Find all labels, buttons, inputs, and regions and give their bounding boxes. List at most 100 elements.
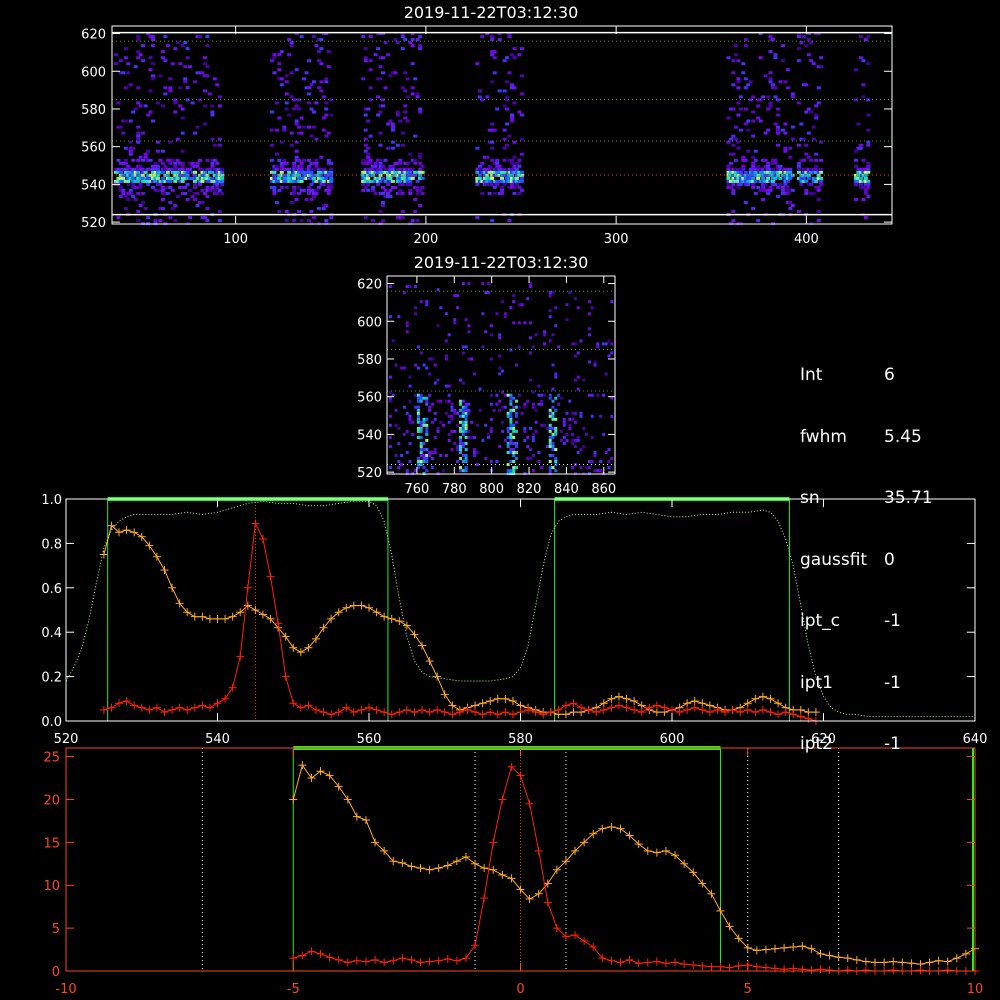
spectral-pixel [422, 460, 426, 463]
spectral-pixel [123, 86, 128, 90]
x-tick-label: -5 [287, 982, 300, 997]
spectral-pixel [529, 336, 532, 340]
spectral-pixel [420, 185, 425, 189]
info-row: Int 6 [800, 365, 933, 386]
spectral-pixel [512, 86, 517, 90]
spectral-pixel [783, 80, 788, 84]
spectral-pixel [548, 423, 552, 427]
spectral-pixel [461, 460, 465, 463]
spectral-pixel [366, 182, 371, 186]
spectral-pixel [136, 179, 141, 183]
spectral-pixel [726, 182, 731, 186]
spectral-pixel [307, 92, 311, 96]
spectral-pixel [531, 469, 535, 473]
spectral-pixel [390, 179, 395, 183]
spectral-pixel [526, 399, 530, 403]
spectral-pixel [776, 125, 780, 129]
spectral-pixel [165, 44, 170, 48]
spectral-pixel [200, 71, 205, 75]
spectral-pixel [279, 50, 284, 54]
spectral-pixel [418, 204, 423, 207]
y-tick-label: 520 [81, 216, 106, 231]
spectral-pixel [366, 176, 371, 180]
spectral-pixel [408, 182, 413, 186]
spectral-pixel [393, 71, 398, 75]
spectral-pixel [461, 381, 465, 385]
spectral-pixel [373, 53, 378, 57]
spectral-pixel [509, 402, 513, 406]
spectral-pixel [138, 204, 143, 207]
spectral-pixel [118, 125, 123, 129]
spectral-pixel [858, 176, 863, 180]
spectral-pixel [433, 448, 437, 451]
spectral-pixel [573, 445, 577, 448]
fit-info-panel: Int 6 fwhm 5.45 sn 35.71 gaussfit 0 ipt_c -1 … [800, 324, 933, 775]
spectral-pixel [160, 104, 165, 108]
info-row: ipt_c -1 [800, 611, 933, 632]
spectral-pixel [212, 188, 217, 192]
spectral-pixel [519, 152, 524, 156]
spectral-pixel [537, 402, 541, 406]
spectral-pixel [297, 185, 302, 189]
spectral-pixel [279, 185, 284, 189]
spectral-pixel [502, 170, 507, 174]
spectral-pixel [415, 92, 420, 96]
spectral-pixel [502, 128, 507, 132]
spectral-pixel [287, 53, 292, 57]
spectral-pixel [467, 324, 471, 328]
spectral-pixel [866, 128, 871, 132]
spectral-pixel [414, 285, 418, 289]
spectral-pixel [548, 393, 552, 397]
info-value: 0 [884, 549, 895, 570]
spectral-pixel [324, 134, 329, 138]
spectral-pixel [741, 62, 746, 66]
spectral-pixel [436, 426, 440, 430]
spectral-pixel [205, 65, 210, 69]
spectral-pixel [155, 149, 160, 153]
spectral-pixel [500, 191, 505, 195]
spectral-pixel [540, 399, 544, 403]
spectral-pixel [371, 185, 376, 189]
spectral-pixel [551, 405, 555, 409]
spectral-pixel [788, 170, 793, 174]
spectral-pixel [284, 101, 289, 105]
spectral-pixel [776, 131, 780, 135]
spectral-pixel [309, 198, 314, 201]
spectral-pixel [405, 321, 409, 325]
spectral-pixel [731, 191, 736, 195]
spectral-pixel [220, 176, 225, 180]
spectral-pixel [425, 423, 429, 427]
spectral-pixel [502, 89, 507, 93]
y-tick-label: 560 [357, 391, 382, 406]
spectral-pixel [548, 315, 552, 319]
spectral-pixel [190, 161, 195, 165]
spectral-pixel [217, 219, 222, 223]
y-tick-label: 20 [43, 793, 60, 808]
spectral-pixel [498, 336, 502, 340]
spectral-pixel [456, 445, 460, 448]
spectral-pixel [459, 435, 462, 439]
spectral-pixel [573, 342, 577, 346]
spectral-pixel [761, 185, 766, 189]
spectral-pixel [309, 170, 314, 174]
spectral-pixel [136, 170, 141, 174]
spectral-pixel [510, 116, 514, 120]
spectral-pixel [489, 460, 493, 463]
spectral-pixel [361, 182, 366, 186]
spectral-pixel [512, 321, 516, 325]
spectral-pixel [517, 191, 522, 195]
spectral-pixel [811, 191, 816, 195]
spectral-pixel [277, 68, 282, 72]
spectral-pixel [143, 152, 148, 156]
spectral-pixel [554, 417, 558, 421]
spectral-pixel [520, 411, 524, 415]
spectral-pixel [607, 339, 611, 343]
spectral-pixel [551, 333, 555, 337]
spectral-pixel [529, 378, 532, 382]
spectral-pixel [565, 411, 569, 415]
spectral-pixel [403, 89, 408, 93]
spectral-pixel [361, 158, 366, 162]
spectral-pixel [397, 426, 401, 430]
spectral-pixel [751, 155, 756, 159]
spectral-pixel [773, 95, 778, 99]
